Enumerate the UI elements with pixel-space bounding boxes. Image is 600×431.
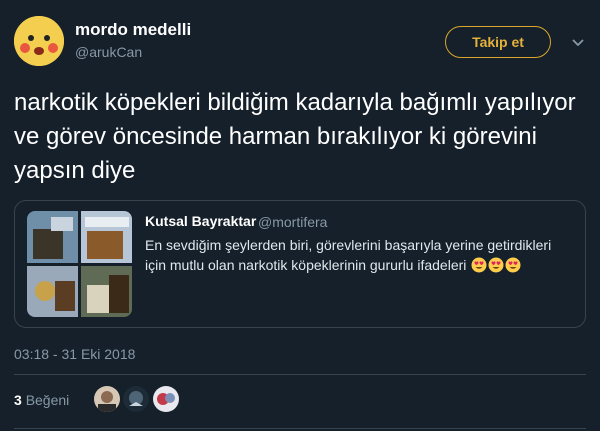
quoted-tweet-text: En sevdiğim şeylerden biri, görevlerini …: [145, 235, 575, 278]
divider: [14, 428, 586, 429]
heart-eyes-emoji-icon: [505, 257, 521, 273]
quoted-tweet-card[interactable]: Kutsal Bayraktar @mortifera En sevdiğim …: [14, 200, 586, 328]
quoted-tweet-photos[interactable]: [27, 211, 132, 317]
heart-eyes-emoji-icon: [471, 257, 487, 273]
likes-count[interactable]: 3 Beğeni: [14, 392, 69, 408]
emoji-row: [470, 257, 521, 278]
liker-avatar[interactable]: [94, 386, 120, 412]
likes-number: 3: [14, 392, 22, 408]
liker-avatar[interactable]: [153, 386, 179, 412]
chevron-down-icon[interactable]: [570, 34, 586, 50]
author-handle[interactable]: @arukCan: [75, 44, 142, 60]
liker-avatar[interactable]: [123, 386, 149, 412]
author-display-name[interactable]: mordo medelli: [75, 20, 191, 40]
divider: [14, 374, 586, 375]
tweet-text: narkotik köpekleri bildiğim kadarıyla ba…: [14, 89, 576, 184]
author-avatar[interactable]: [14, 16, 64, 66]
tweet-timestamp[interactable]: 03:18 - 31 Eki 2018: [14, 346, 135, 362]
quoted-author-name[interactable]: Kutsal Bayraktar: [145, 213, 256, 229]
quoted-author-handle[interactable]: @mortifera: [258, 214, 327, 230]
likes-label: Beğeni: [25, 392, 70, 408]
follow-button[interactable]: Takip et: [445, 26, 551, 58]
heart-eyes-emoji-icon: [488, 257, 504, 273]
avatar-image: [14, 16, 64, 66]
